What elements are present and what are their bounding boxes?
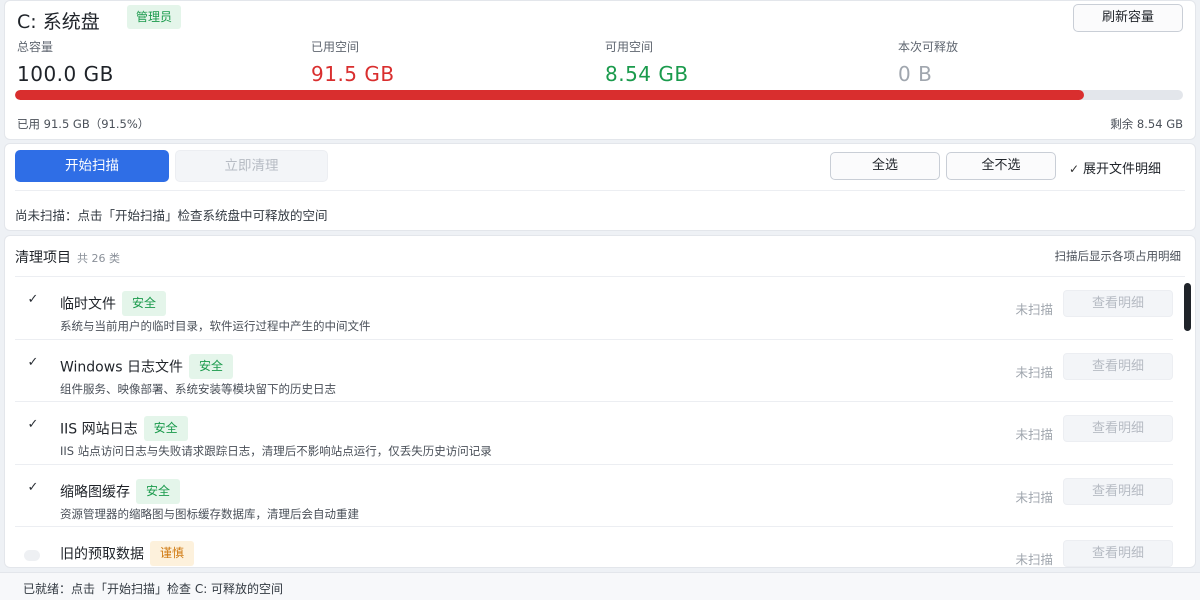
list-scrollbar[interactable] [1184, 283, 1191, 331]
stat-free: 可用空间 8.54 GB [605, 38, 689, 86]
select-all-button[interactable]: 全选 [830, 152, 940, 180]
item-description: 系统与当前用户的临时目录，软件运行过程中产生的中间文件 [60, 319, 371, 333]
item-description: 组件服务、映像部署、系统安装等模块留下的历史日志 [60, 381, 336, 396]
admin-badge: 管理员 [127, 5, 182, 29]
toolbar-divider [15, 190, 1185, 191]
item-name: 临时文件 安全 [60, 291, 167, 317]
stat-free-label: 可用空间 [605, 40, 654, 54]
safety-tag: 安全 [188, 353, 233, 379]
view-details-button[interactable]: 查看明细 [1063, 477, 1173, 505]
item-name-text: IIS 网站日志 [60, 421, 138, 438]
refresh-capacity-button[interactable]: 刷新容量 [1073, 4, 1183, 32]
stat-used-label: 已用空间 [311, 40, 360, 54]
list-item[interactable]: ✓ 临时文件 安全系统与当前用户的临时目录，软件运行过程中产生的中间文件 未扫描 查看明… [15, 277, 1173, 340]
item-name: Windows 日志文件 安全 [60, 353, 233, 380]
item-scan-state: 未扫描 [1015, 489, 1053, 505]
usage-bar [15, 90, 1183, 100]
item-name-text: 临时文件 [60, 296, 116, 313]
item-scan-state: 未扫描 [1015, 552, 1053, 567]
usage-bar-fill [15, 90, 1084, 100]
item-description: 资源管理器的缩略图与图标缓存数据库，清理后会自动重建 [60, 506, 359, 521]
status-bar-text: 已就绪：点击「开始扫描」检查 C: 可释放的空间 [23, 582, 284, 596]
disk-summary-panel: C: 系统盘 管理员 刷新容量 总容量 100.0 GB 已用空间 91.5 G… [4, 0, 1196, 140]
stat-releasable-value: 0 B [898, 62, 933, 86]
item-name-text: 缩略图缓存 [60, 484, 130, 500]
item-description: IIS 站点访问日志与失败请求跟踪日志，清理后不影响站点运行，仅丢失历史访问记录 [60, 444, 492, 458]
expand-details-label: 展开文件明细 [1083, 162, 1162, 177]
stat-total-label: 总容量 [17, 40, 54, 54]
stat-free-value: 8.54 GB [605, 62, 689, 86]
safety-tag: 安全 [122, 291, 167, 316]
select-none-button[interactable]: 全不选 [946, 152, 1056, 180]
clean-now-button[interactable]: 立即清理 [175, 150, 328, 182]
list-count: 共 26 类 [77, 252, 120, 265]
check-icon[interactable]: ✓ [25, 480, 41, 495]
safety-tag: 谨慎 [150, 541, 195, 566]
disk-title: C: 系统盘 [17, 11, 100, 33]
stat-total-value: 100.0 GB [17, 62, 114, 86]
list-item[interactable]: ✓ 缩略图缓存 安全 资源管理器的缩略图与图标缓存数据库，清理后会自动重建 未扫描 查看明… [15, 465, 1173, 527]
list-header: 清理项目共 26 类 [15, 247, 120, 267]
stat-releasable-label: 本次可释放 [898, 40, 959, 54]
safety-tag: 安全 [143, 416, 188, 441]
list-item[interactable]: 旧的预取数据 谨慎 未扫描 查看明细 [15, 527, 1173, 567]
start-scan-button[interactable]: 开始扫描 [15, 150, 169, 182]
view-details-button[interactable]: 查看明细 [1063, 352, 1173, 380]
item-name-text: 旧的预取数据 [60, 546, 144, 563]
stat-releasable: 本次可释放 0 B [898, 38, 958, 86]
item-name-text: Windows 日志文件 [60, 359, 183, 375]
view-details-button[interactable]: 查看明细 [1063, 540, 1173, 567]
item-scan-state: 未扫描 [1015, 427, 1053, 442]
view-details-button[interactable]: 查看明细 [1063, 415, 1173, 442]
check-icon[interactable]: ✓ [25, 355, 41, 370]
view-details-button[interactable]: 查看明细 [1063, 290, 1173, 317]
clean-items-panel: 清理项目共 26 类 扫描后显示各项占用明细 ✓ 临时文件 安全 系统与当前用户的临时… [4, 235, 1196, 568]
free-caption: 剩余 8.54 GB [1110, 117, 1183, 131]
item-name: 缩略图缓存 安全 [60, 478, 181, 505]
list-item[interactable]: ✓ IIS 网站日志 安全 IIS 站点访问日志与失败请求跟踪日志，清理后不影响站点运… [15, 402, 1173, 465]
status-bar: 已就绪：点击「开始扫描」检查 C: 可释放的空间 [0, 572, 1200, 600]
check-icon[interactable]: ✓ [1069, 162, 1083, 176]
item-name: IIS 网站日志 安全 [60, 416, 188, 442]
check-icon[interactable]: ✓ [25, 292, 41, 307]
list-hint: 扫描后显示各项占用明细 [1054, 249, 1182, 263]
item-scan-state: 未扫描 [1015, 364, 1053, 380]
list-item[interactable]: ✓ Windows 日志文件 安全 组件服务、映像部署、系统安装等模块留下的历史日志未… [15, 340, 1173, 402]
stat-total: 总容量 100.0 GB [17, 38, 114, 86]
item-scan-state: 未扫描 [1015, 302, 1053, 317]
expand-details-toggle[interactable]: ✓ 展开文件明细 [1069, 158, 1161, 177]
check-icon[interactable]: ✓ [25, 417, 41, 432]
list-title: 清理项目 [15, 250, 71, 266]
stat-used: 已用空间 91.5 GB [311, 38, 395, 86]
clean-items-list: ✓ 临时文件 安全 系统与当前用户的临时目录，软件运行过程中产生的中间文件 未扫描 查看明… [15, 277, 1173, 567]
item-name: 旧的预取数据 谨慎 [60, 541, 195, 567]
used-caption: 已用 91.5 GB（91.5%） [17, 117, 150, 131]
stat-used-value: 91.5 GB [311, 62, 395, 86]
action-toolbar: 开始扫描 立即清理 全选 全不选 ✓ 展开文件明细 尚未扫描：点击「开始扫描」检查… [4, 143, 1196, 231]
checkbox-unchecked[interactable] [24, 550, 40, 561]
scan-status-message: 尚未扫描：点击「开始扫描」检查系统盘中可释放的空间 [15, 208, 328, 223]
safety-tag: 安全 [136, 478, 181, 504]
